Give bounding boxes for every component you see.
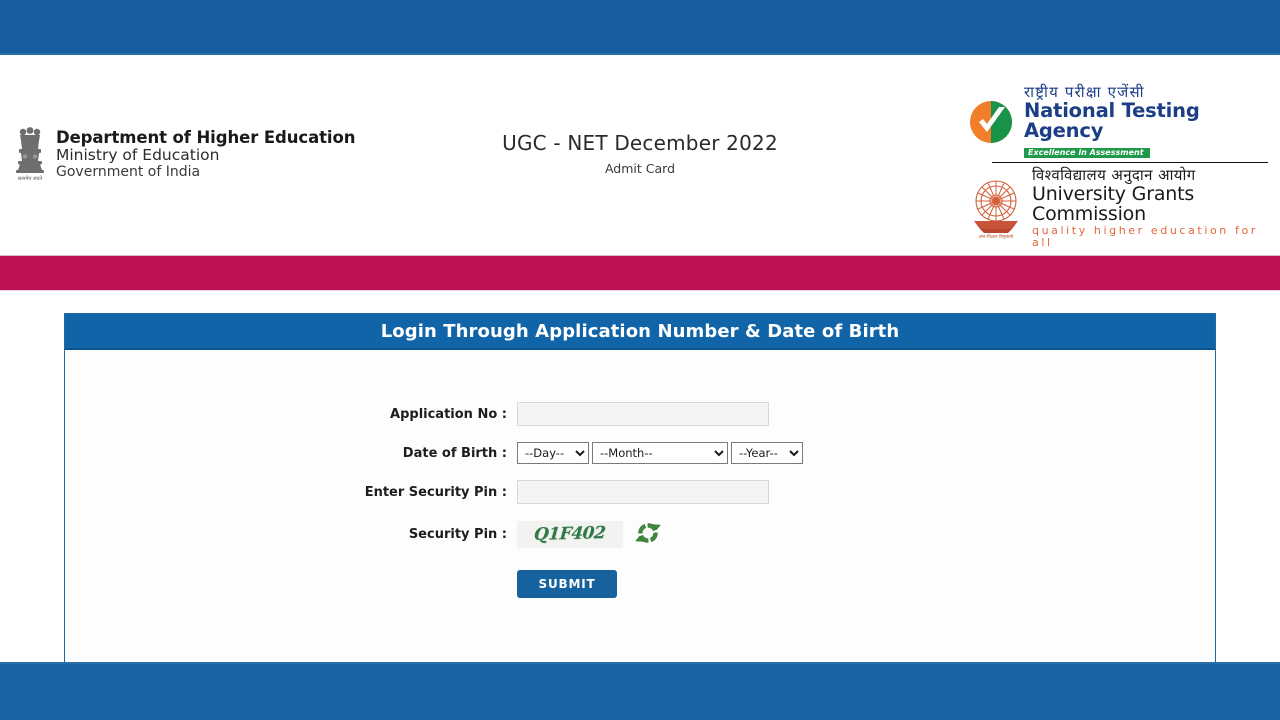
- captcha-text: Q1F402: [533, 523, 607, 545]
- site-header: सत्यमेव जयते Department of Higher Educat…: [0, 57, 1280, 253]
- government-title: Government of India: [56, 163, 201, 180]
- department-title: Department of Higher Education: [56, 128, 356, 147]
- date-of-birth-selects: --Day-- --Month-- --Year--: [517, 442, 1215, 464]
- department-branding: सत्यमेव जयते Department of Higher Educat…: [12, 125, 355, 183]
- nta-tagline: Excellence in Assessment: [1024, 147, 1150, 159]
- security-pin-row: Security Pin : Q1F402: [65, 520, 1215, 548]
- bottom-blue-band: [0, 662, 1280, 720]
- ugc-tagline: quality higher education for all: [1032, 223, 1258, 249]
- application-no-label: Application No :: [390, 406, 507, 422]
- logo-divider: [992, 162, 1268, 164]
- enter-security-pin-row: Enter Security Pin :: [65, 480, 1215, 504]
- dob-year-select[interactable]: --Year--: [731, 442, 803, 464]
- department-text: Department of Higher Education Ministry …: [56, 125, 355, 181]
- login-panel: Login Through Application Number & Date …: [64, 313, 1216, 662]
- application-no-input[interactable]: [517, 402, 769, 426]
- security-pin-label: Security Pin :: [408, 526, 507, 542]
- svg-text:ज्ञान-विज्ञान विमुक्तये: ज्ञान-विज्ञान विमुक्तये: [979, 233, 1014, 239]
- ugc-emblem-icon: ज्ञान-विज्ञान विमुक्तये: [968, 177, 1024, 240]
- nta-checkmark-icon: [968, 99, 1014, 145]
- exam-title: UGC - NET December 2022: [502, 131, 778, 155]
- login-panel-header: Login Through Application Number & Date …: [65, 314, 1215, 350]
- security-pin-input[interactable]: [517, 480, 769, 504]
- national-emblem-icon: सत्यमेव जयते: [12, 125, 48, 183]
- dob-month-select[interactable]: --Month--: [592, 442, 728, 464]
- top-blue-band: [0, 0, 1280, 55]
- page-body: Login Through Application Number & Date …: [0, 291, 1280, 662]
- submit-button[interactable]: SUBMIT: [517, 570, 617, 598]
- enter-security-pin-label: Enter Security Pin :: [364, 484, 507, 500]
- date-of-birth-label: Date of Birth :: [402, 445, 507, 461]
- exam-subtitle: Admit Card: [604, 161, 676, 176]
- ugc-english-name: University Grants Commission: [1032, 182, 1195, 226]
- ugc-text-block: विश्वविद्यालय अनुदान आयोग University Gra…: [1032, 167, 1268, 248]
- date-of-birth-row: Date of Birth : --Day-- --Month-- --Year…: [65, 442, 1215, 464]
- submit-row: SUBMIT: [65, 570, 1215, 598]
- nta-logo-block: राष्ट्रीय परीक्षा एजेंसी National Testin…: [968, 84, 1268, 159]
- ugc-hindi-name: विश्वविद्यालय अनुदान आयोग: [1032, 166, 1196, 185]
- login-form: Application No : Date of Birth : --Day--: [65, 402, 1215, 598]
- login-panel-body: Application No : Date of Birth : --Day--: [65, 350, 1215, 661]
- refresh-captcha-button[interactable]: [633, 520, 663, 548]
- nta-english-name: National Testing Agency: [1024, 98, 1200, 143]
- ministry-title: Ministry of Education: [56, 146, 220, 165]
- magenta-divider-band: [0, 255, 1280, 291]
- svg-text:सत्यमेव जयते: सत्यमेव जयते: [18, 175, 43, 182]
- refresh-icon: [635, 520, 661, 549]
- nta-text-block: राष्ट्रीय परीक्षा एजेंसी National Testin…: [1024, 84, 1268, 159]
- agency-logos: राष्ट्रीय परीक्षा एजेंसी National Testin…: [968, 84, 1268, 248]
- login-panel-title: Login Through Application Number & Date …: [380, 320, 900, 342]
- application-no-row: Application No :: [65, 402, 1215, 426]
- ugc-logo-block: ज्ञान-विज्ञान विमुक्तये विश्वविद्यालय अन…: [968, 167, 1268, 248]
- captcha-image: Q1F402: [517, 520, 623, 548]
- dob-day-select[interactable]: --Day--: [517, 442, 589, 464]
